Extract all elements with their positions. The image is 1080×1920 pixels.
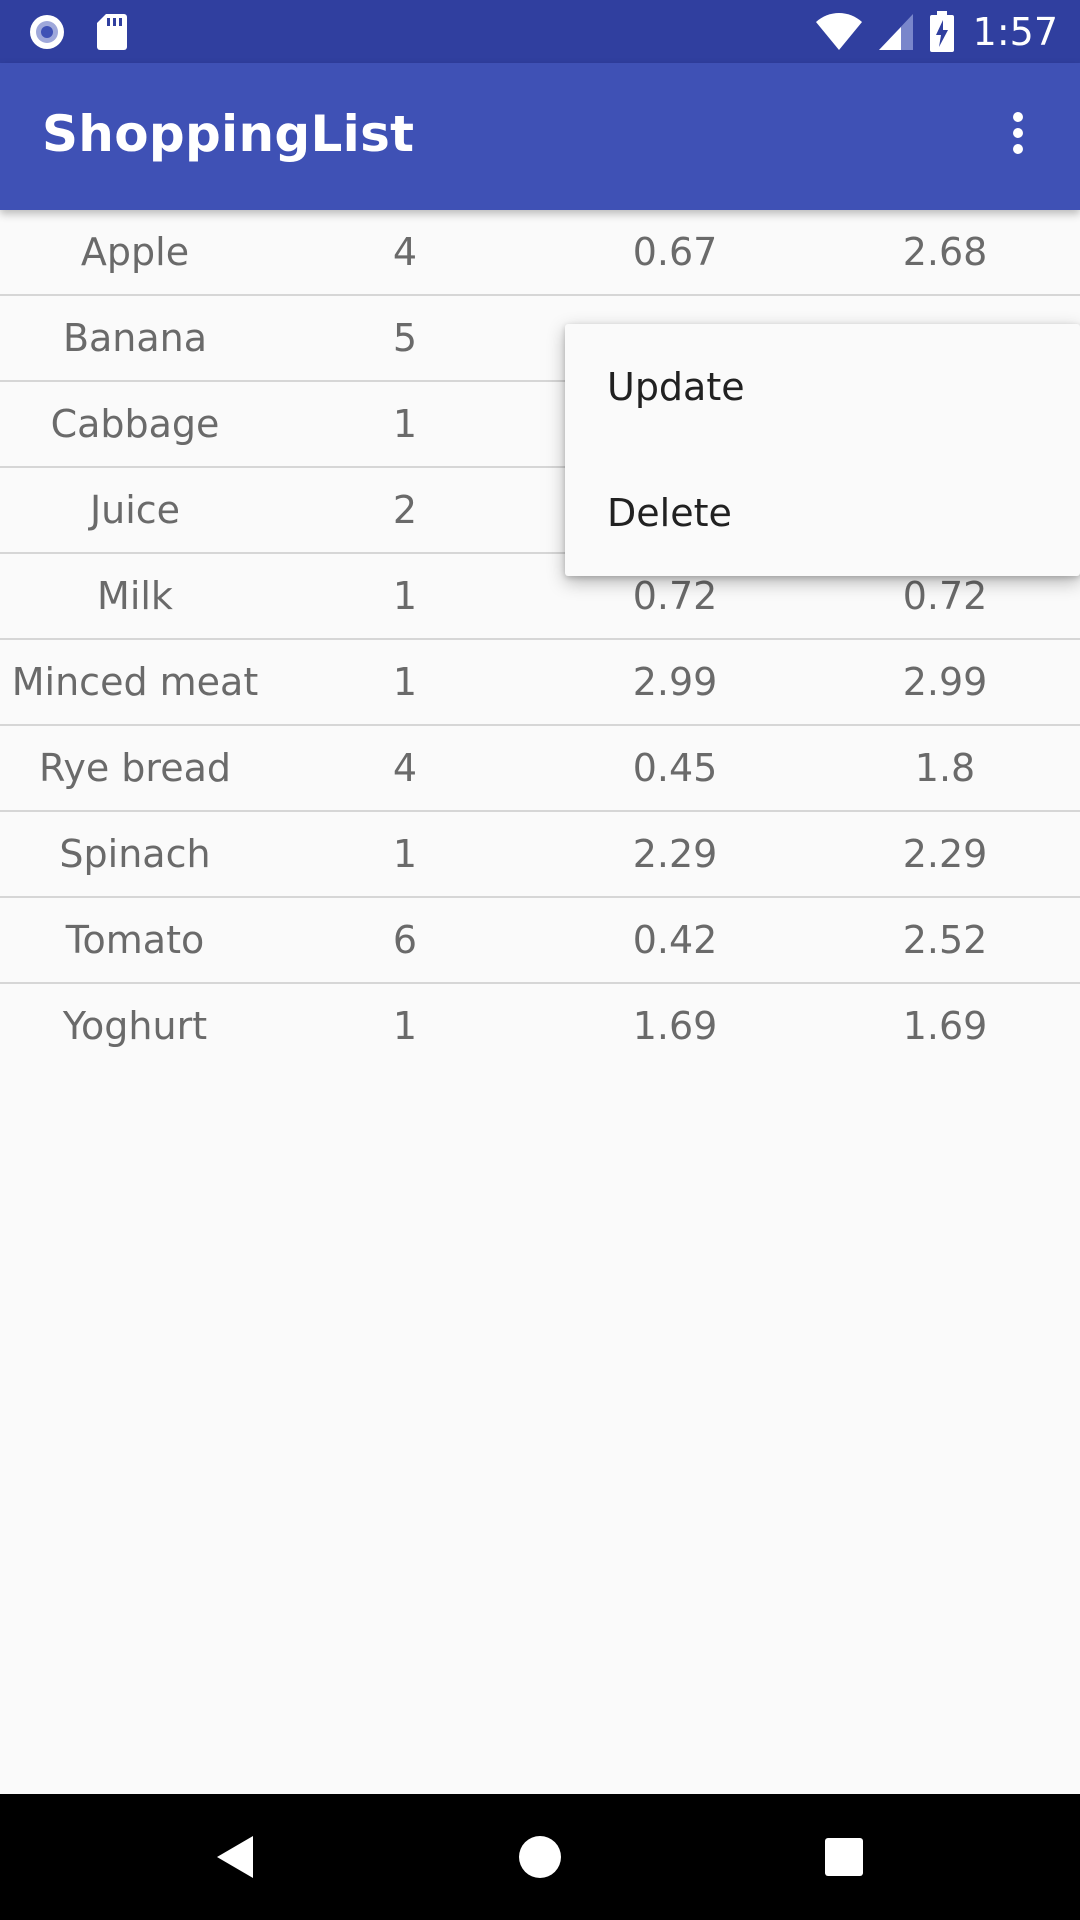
list-item[interactable]: Spinach 1 2.29 2.29	[0, 812, 1080, 898]
item-total: 2.68	[902, 230, 988, 274]
item-name: Juice	[89, 488, 181, 532]
home-button[interactable]	[510, 1827, 570, 1887]
home-icon	[517, 1834, 563, 1880]
item-total: 2.29	[902, 832, 988, 876]
back-icon	[213, 1833, 257, 1881]
item-quantity: 2	[392, 488, 418, 532]
status-right-icons: 1:57	[815, 8, 1058, 56]
item-name: Banana	[62, 316, 208, 360]
item-name: Tomato	[65, 918, 205, 962]
battery-charging-icon	[929, 11, 955, 53]
item-name: Minced meat	[11, 660, 259, 704]
item-quantity: 1	[392, 1004, 418, 1048]
item-price: 2.29	[632, 832, 718, 876]
app-title: ShoppingList	[42, 105, 415, 163]
list-item[interactable]: Minced meat 1 2.99 2.99	[0, 640, 1080, 726]
item-price: 0.45	[632, 746, 718, 790]
item-quantity: 1	[392, 832, 418, 876]
item-quantity: 4	[392, 746, 418, 790]
item-price: 2.99	[632, 660, 718, 704]
app-bar: ShoppingList	[0, 63, 1080, 210]
screen: 1:57 ShoppingList Apple 4 0.67 2.68 Bana…	[0, 0, 1080, 1920]
list-item[interactable]: Rye bread 4 0.45 1.8	[0, 726, 1080, 812]
item-name: Spinach	[59, 832, 211, 876]
menu-item-update[interactable]: Update	[565, 324, 1080, 450]
item-quantity: 5	[392, 316, 418, 360]
item-name: Milk	[97, 574, 173, 618]
item-quantity: 6	[392, 918, 418, 962]
list-item[interactable]: Tomato 6 0.42 2.52	[0, 898, 1080, 984]
record-icon	[28, 13, 66, 51]
context-menu: Update Delete	[565, 324, 1080, 576]
item-total: 1.69	[902, 1004, 988, 1048]
menu-item-delete[interactable]: Delete	[565, 450, 1080, 576]
item-quantity: 1	[392, 402, 418, 446]
sd-card-icon	[96, 13, 128, 51]
status-time: 1:57	[972, 10, 1058, 54]
item-price: 0.67	[632, 230, 718, 274]
wifi-icon	[815, 12, 863, 52]
status-left-icons	[28, 12, 128, 52]
status-bar: 1:57	[0, 0, 1080, 63]
signal-icon	[877, 12, 915, 52]
list-item[interactable]: Yoghurt 1 1.69 1.69	[0, 984, 1080, 1068]
list-item[interactable]: Apple 4 0.67 2.68	[0, 210, 1080, 296]
more-vert-icon	[1011, 111, 1025, 155]
item-name: Rye bread	[39, 746, 231, 790]
recents-button[interactable]	[814, 1827, 874, 1887]
item-quantity: 1	[392, 660, 418, 704]
item-quantity: 1	[392, 574, 418, 618]
back-button[interactable]	[205, 1827, 265, 1887]
item-name: Yoghurt	[62, 1004, 208, 1048]
item-price: 0.42	[632, 918, 718, 962]
navigation-bar	[0, 1794, 1080, 1920]
item-price: 1.69	[632, 1004, 718, 1048]
item-name: Apple	[80, 230, 190, 274]
item-quantity: 4	[392, 230, 418, 274]
item-name: Cabbage	[50, 402, 220, 446]
item-total: 2.52	[902, 918, 988, 962]
item-total: 2.99	[902, 660, 988, 704]
overflow-menu-button[interactable]	[986, 101, 1050, 165]
item-total: 1.8	[914, 746, 976, 790]
recents-icon	[823, 1836, 865, 1878]
